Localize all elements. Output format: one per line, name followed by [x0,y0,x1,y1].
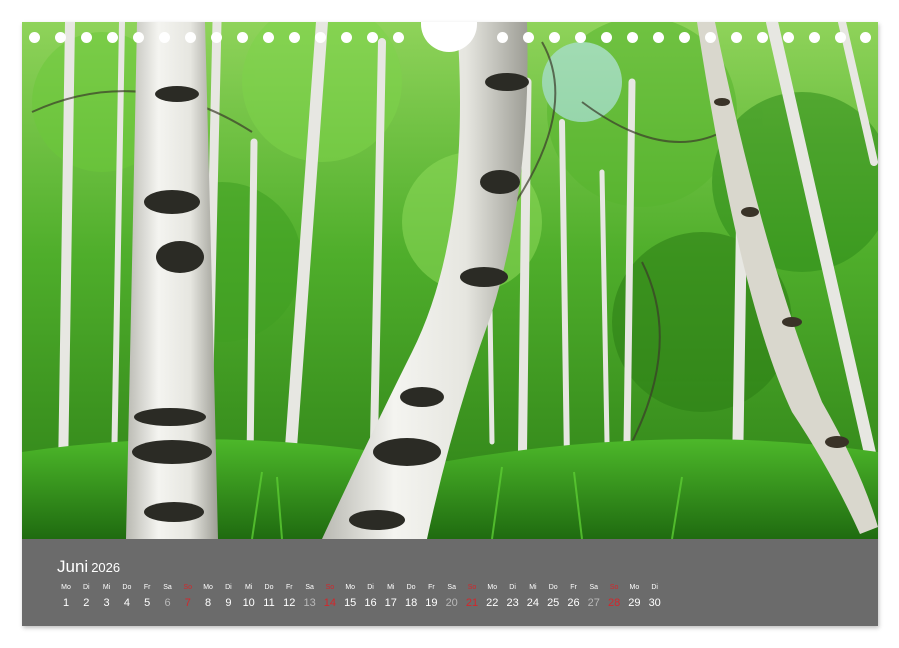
binding-hole [185,32,196,43]
binding-hole [783,32,794,43]
day-number: 12 [279,597,299,609]
binding-hole [601,32,612,43]
weekday-label: Do [401,584,421,591]
binding-hole [757,32,768,43]
weekday-label: Fr [137,584,157,591]
day-number: 28 [604,597,624,609]
binding-hole [809,32,820,43]
binding-hole [393,32,404,43]
weekday-label: Sa [300,584,320,591]
weekday-label: Mo [624,584,644,591]
binding-hole [237,32,248,43]
day-number: 11 [259,597,279,609]
day-number: 1 [56,597,76,609]
day-number: 18 [401,597,421,609]
day-number: 22 [482,597,502,609]
weekday-label: Mo [56,584,76,591]
weekday-label: Fr [279,584,299,591]
binding-hole [341,32,352,43]
binding-hole [289,32,300,43]
calendar-page: Juni2026 Mo1Di2Mi3Do4Fr5Sa6So7Mo8Di9Mi10… [22,22,878,626]
weekday-label: Di [76,584,96,591]
day-number: 20 [442,597,462,609]
day-number: 25 [543,597,563,609]
binding-hole [55,32,66,43]
weekday-label: Mi [239,584,259,591]
weekday-label: Mo [340,584,360,591]
day-number: 29 [624,597,644,609]
weekday-label: Do [259,584,279,591]
binding-hole [29,32,40,43]
weekday-label: Fr [421,584,441,591]
day-number: 13 [300,597,320,609]
weekday-label: Di [218,584,238,591]
month-name: Juni [57,557,88,576]
binding-hole [523,32,534,43]
weekday-label: Fr [564,584,584,591]
day-number: 19 [421,597,441,609]
weekday-label: Sa [158,584,178,591]
day-number: 23 [503,597,523,609]
day-number: 5 [137,597,157,609]
day-number: 6 [158,597,178,609]
binding-hole [627,32,638,43]
weekday-label: Di [503,584,523,591]
day-number: 21 [462,597,482,609]
day-number: 8 [198,597,218,609]
day-number: 15 [340,597,360,609]
binding-hole [679,32,690,43]
day-number: 27 [584,597,604,609]
day-number: 26 [564,597,584,609]
weekday-label: So [462,584,482,591]
weekday-label: Mi [381,584,401,591]
month-heading: Juni2026 [57,557,120,577]
binding-hole [211,32,222,43]
day-number: 30 [645,597,665,609]
binding-hole [107,32,118,43]
weekday-label: Mi [97,584,117,591]
weekday-label: Do [543,584,563,591]
day-number: 9 [218,597,238,609]
birch-forest-photo [22,22,878,539]
day-number: 7 [178,597,198,609]
weekday-label: So [320,584,340,591]
binding-hole [81,32,92,43]
binding-hole [705,32,716,43]
day-number: 17 [381,597,401,609]
binding-hole [133,32,144,43]
day-number: 4 [117,597,137,609]
binding-hole [731,32,742,43]
day-number: 16 [361,597,381,609]
weekday-label: Do [117,584,137,591]
binding-hole [860,32,871,43]
year-label: 2026 [91,560,120,575]
weekday-label: Sa [442,584,462,591]
day-number: 14 [320,597,340,609]
calendar-band: Juni2026 Mo1Di2Mi3Do4Fr5Sa6So7Mo8Di9Mi10… [22,539,878,626]
binding-hole [159,32,170,43]
binding-hole [653,32,664,43]
binding-hole [315,32,326,43]
binding-hole [263,32,274,43]
day-number: 10 [239,597,259,609]
day-number: 2 [76,597,96,609]
weekday-label: Mo [198,584,218,591]
weekday-label: So [604,584,624,591]
photo-illustration [22,22,878,539]
binding-hole [549,32,560,43]
day-number: 3 [97,597,117,609]
weekday-label: So [178,584,198,591]
weekday-label: Mo [482,584,502,591]
weekday-label: Di [361,584,381,591]
binding-hole [575,32,586,43]
weekday-label: Sa [584,584,604,591]
binding-hole [497,32,508,43]
binding-hole [835,32,846,43]
weekday-label: Mi [523,584,543,591]
binding-hole [367,32,378,43]
day-number: 24 [523,597,543,609]
weekday-label: Di [645,584,665,591]
